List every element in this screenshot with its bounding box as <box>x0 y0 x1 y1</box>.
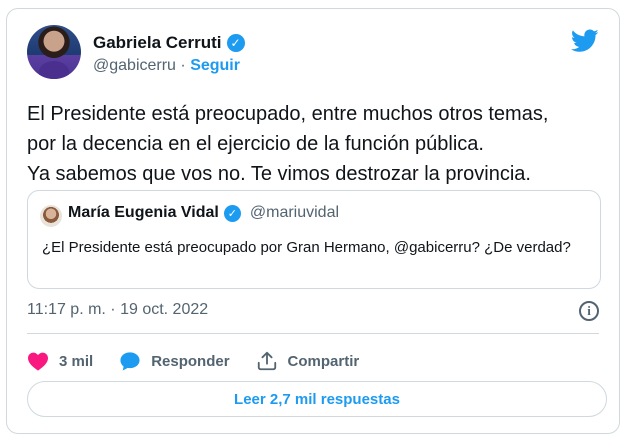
twitter-bird-icon[interactable] <box>571 29 599 53</box>
author-avatar[interactable] <box>27 25 81 79</box>
divider <box>27 333 599 334</box>
read-replies-button[interactable]: Leer 2,7 mil respuestas <box>27 381 607 417</box>
author-name-line: Gabriela Cerruti ✓ <box>93 33 245 53</box>
verified-badge-icon: ✓ <box>223 204 241 222</box>
quoted-author-name: María Eugenia Vidal <box>68 204 219 221</box>
reply-button[interactable]: Responder <box>119 351 230 371</box>
author-handle-line: @gabicerru · Seguir <box>93 57 240 75</box>
quoted-author-line: María Eugenia Vidal ✓ @mariuvidal <box>68 204 339 222</box>
author-handle[interactable]: @gabicerru <box>93 57 176 74</box>
quoted-author-avatar <box>40 205 62 227</box>
like-button[interactable]: 3 mil <box>27 351 93 371</box>
share-button[interactable]: Compartir <box>256 350 360 372</box>
tweet-timestamp[interactable]: 11:17 p. m. · 19 oct. 2022 <box>27 301 208 319</box>
tweet-body: El Presidente está preocupado, entre muc… <box>27 99 607 189</box>
quoted-tweet-text: ¿El Presidente está preocupado por Gran … <box>42 239 571 256</box>
author-name[interactable]: Gabriela Cerruti <box>93 33 222 53</box>
share-icon <box>257 351 276 371</box>
tweet-text-line: El Presidente está preocupado, entre muc… <box>27 103 549 125</box>
verified-badge-icon: ✓ <box>226 34 245 52</box>
heart-icon <box>28 352 48 371</box>
tweet-actions: 3 mil Responder Compartir <box>27 345 385 377</box>
tweet-card: Gabriela Cerruti ✓ @gabicerru · Seguir E… <box>6 8 620 434</box>
reply-label: Responder <box>151 352 230 370</box>
follow-button[interactable]: Seguir <box>190 57 240 74</box>
tweet-header: Gabriela Cerruti ✓ @gabicerru · Seguir <box>27 25 599 85</box>
share-label: Compartir <box>287 352 360 370</box>
quoted-tweet[interactable]: María Eugenia Vidal ✓ @mariuvidal ¿El Pr… <box>27 190 601 289</box>
handle-separator: · <box>180 57 186 74</box>
info-icon[interactable]: i <box>579 301 599 321</box>
quoted-author-handle: @mariuvidal <box>249 204 340 221</box>
tweet-text-line: Ya sabemos que vos no. Te vimos destroza… <box>27 163 531 185</box>
reply-bubble-icon <box>120 352 140 371</box>
tweet-text-line: por la decencia en el ejercicio de la fu… <box>27 133 484 155</box>
like-count: 3 mil <box>59 352 94 370</box>
